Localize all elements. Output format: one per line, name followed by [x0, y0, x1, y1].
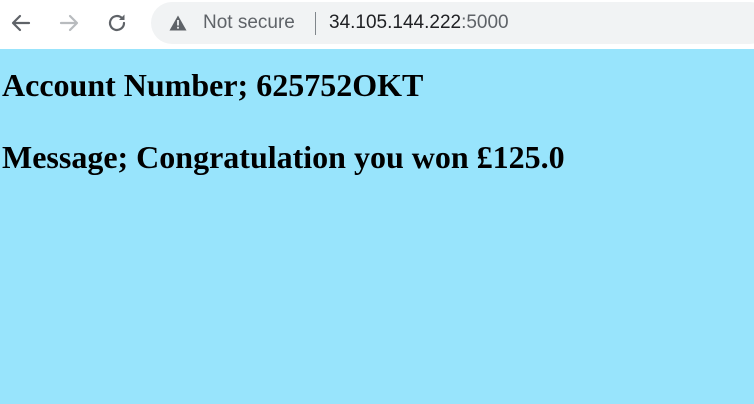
security-status-label[interactable]: Not secure [203, 13, 295, 33]
reload-button[interactable] [101, 7, 133, 39]
url-text[interactable]: 34.105.144.222:5000 [329, 13, 509, 33]
reload-icon [105, 11, 129, 35]
arrow-right-icon [57, 11, 81, 35]
address-divider [315, 12, 316, 35]
message-heading: Message; Congratulation you won £125.0 [2, 139, 565, 175]
account-number-heading: Account Number; 625752OKT [2, 67, 424, 103]
browser-toolbar: Not secure 34.105.144.222:5000 [0, 0, 754, 49]
warning-triangle-icon[interactable] [169, 15, 187, 31]
url-host: 34.105.144.222 [329, 12, 462, 33]
forward-button[interactable] [53, 7, 85, 39]
address-bar[interactable]: Not secure 34.105.144.222:5000 [151, 2, 754, 44]
url-port: :5000 [461, 12, 509, 33]
arrow-left-icon [9, 11, 33, 35]
back-button[interactable] [5, 7, 37, 39]
page-content: Account Number; 625752OKT Message; Congr… [0, 49, 754, 404]
